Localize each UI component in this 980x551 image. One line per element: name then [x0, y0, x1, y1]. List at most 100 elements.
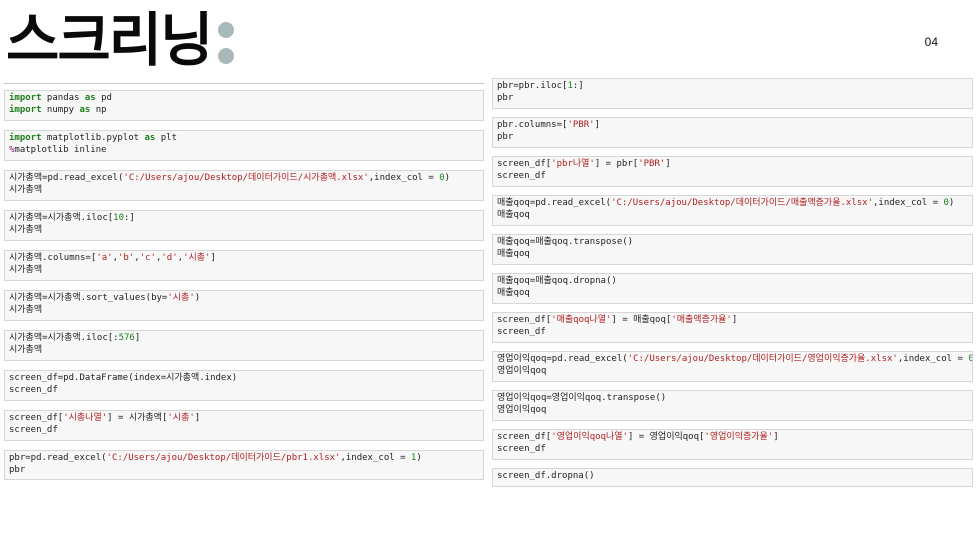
cell-output: screen_df	[497, 170, 546, 181]
code-token: ]	[210, 253, 216, 263]
code-line: pbr=pd.read_excel('C:/Users/ajou/Desktop…	[9, 453, 479, 465]
code-token: as	[144, 133, 156, 143]
code-token: screen_df.dropna()	[497, 471, 595, 481]
code-token: import	[9, 104, 42, 115]
code-line: screen_df['매출qoq나열'] = 매출qoq['매출액증가율']	[497, 315, 968, 327]
cell-output: pbr	[9, 464, 26, 475]
code-token: numpy	[41, 104, 80, 115]
code-cell[interactable]: 시가총액=pd.read_excel('C:/Users/ajou/Deskto…	[4, 170, 484, 201]
code-line: 매출qoq=pd.read_excel('C:/Users/ajou/Deskt…	[497, 198, 968, 210]
code-line: import matplotlib.pyplot as plt	[9, 133, 479, 145]
code-cell[interactable]: screen_df['시총나열'] = 시가총액['시총'] screen_df	[4, 410, 484, 441]
code-line: 영업이익qoq=pd.read_excel('C:/Users/ajou/Des…	[497, 354, 972, 366]
code-token: ]	[594, 120, 600, 130]
code-line: 영업이익qoq=영업이익qoq.transpose()	[497, 393, 968, 405]
slide-title: 스크리닝	[6, 6, 213, 74]
code-token: 영업이익qoq=영업이익qoq.transpose()	[497, 393, 667, 403]
notebook-screenshot-right: pbr=pbr.iloc[1:] pbr pbr.columns=['PBR'] pb…	[492, 78, 973, 495]
code-token: ] = 영업이익qoq[	[627, 432, 705, 442]
cell-output: 시가총액	[9, 344, 43, 355]
code-line: import numpy as np	[9, 105, 479, 117]
code-token: '매출액증가율'	[671, 315, 732, 325]
code-token: screen_df[	[497, 432, 552, 442]
code-token: 'b'	[118, 253, 135, 263]
code-line: 시가총액.columns=['a','b','c','d','시총']	[9, 253, 479, 265]
code-line: 시가총액=pd.read_excel('C:/Users/ajou/Deskto…	[9, 173, 479, 185]
cell-output: pbr	[497, 92, 514, 103]
cell-output: screen_df	[497, 443, 546, 454]
code-line: 시가총액=시가총액.sort_values(by='시총')	[9, 293, 479, 305]
code-token: )	[194, 293, 201, 303]
code-token: 'C:/Users/ajou/Desktop/데이터가이드/pbr1.xlsx'	[106, 453, 341, 463]
cell-output: 시가총액	[9, 304, 43, 315]
code-line: 매출qoq=매출qoq.transpose()	[497, 237, 968, 249]
code-token: screen_df[	[497, 315, 552, 325]
code-token: '영업이익qoq나열'	[551, 432, 628, 442]
code-token: ,index_col =	[340, 453, 411, 463]
code-cell[interactable]: screen_df.dropna()	[492, 468, 973, 487]
code-token: screen_df[	[9, 413, 64, 423]
code-token: 'C:/Users/ajou/Desktop/데이터가이드/영업이익증가율.xl…	[627, 354, 898, 364]
code-cell[interactable]: 시가총액.columns=['a','b','c','d','시총'] 시가총액	[4, 250, 484, 281]
code-token: :]	[124, 213, 135, 223]
code-token: ]	[194, 413, 201, 423]
code-token: '시총나열'	[63, 413, 108, 423]
code-token: '매출qoq나열'	[551, 315, 612, 325]
code-token: import	[9, 133, 42, 143]
code-cell[interactable]: 시가총액=시가총액.iloc[10:] 시가총액	[4, 210, 484, 241]
code-line: %matplotlib inline	[9, 145, 479, 157]
code-token: pbr.columns=[	[497, 120, 568, 130]
code-token: 'C:/Users/ajou/Desktop/데이터가이드/시가총액.xlsx'	[123, 173, 369, 183]
code-cell[interactable]: 영업이익qoq=영업이익qoq.transpose() 영업이익qoq	[492, 390, 973, 421]
code-token: 'pbr나열'	[551, 159, 595, 169]
code-cell[interactable]: 매출qoq=매출qoq.dropna() 매출qoq	[492, 273, 973, 304]
code-cell[interactable]: screen_df['pbr나열'] = pbr['PBR'] screen_df	[492, 156, 973, 187]
code-cell[interactable]: 시가총액=시가총액.sort_values(by='시총') 시가총액	[4, 290, 484, 321]
code-cell[interactable]: 매출qoq=매출qoq.transpose() 매출qoq	[492, 234, 973, 265]
code-token: 시가총액.columns=[	[9, 253, 97, 263]
code-line: screen_df['시총나열'] = 시가총액['시총']	[9, 413, 479, 425]
cell-output: 시가총액	[9, 184, 43, 195]
cell-output: 영업이익qoq	[497, 404, 547, 415]
code-token: 시가총액=시가총액.iloc[:	[9, 333, 119, 343]
code-token: plt	[155, 133, 177, 143]
code-cell[interactable]: pbr=pbr.iloc[1:] pbr	[492, 78, 973, 109]
code-token: ] = 매출qoq[	[611, 315, 672, 325]
code-cell[interactable]: screen_df=pd.DataFrame(index=시가총액.index)…	[4, 370, 484, 401]
code-token: 'PBR'	[638, 159, 666, 169]
code-cell[interactable]: import pandas as pd import numpy as np	[4, 90, 484, 121]
code-token: as	[84, 93, 96, 103]
code-token: ]	[665, 159, 671, 169]
code-cell[interactable]: screen_df['매출qoq나열'] = 매출qoq['매출액증가율'] sc…	[492, 312, 973, 343]
code-token: :]	[572, 81, 584, 91]
code-cell[interactable]: 매출qoq=pd.read_excel('C:/Users/ajou/Deskt…	[492, 195, 973, 226]
code-cell[interactable]: import matplotlib.pyplot as plt %matplotl…	[4, 130, 484, 161]
code-token: ] = pbr[	[594, 159, 639, 169]
decor-dot	[218, 48, 234, 64]
cell-output: 매출qoq	[497, 248, 530, 259]
code-token: pd	[95, 93, 112, 103]
code-cell[interactable]: pbr.columns=['PBR'] pbr	[492, 117, 973, 148]
code-token: ]	[731, 315, 738, 325]
cell-output: 매출qoq	[497, 287, 530, 298]
code-token: '시총'	[167, 293, 195, 303]
code-token: 매출qoq=매출qoq.transpose()	[497, 237, 634, 247]
code-cell[interactable]: 영업이익qoq=pd.read_excel('C:/Users/ajou/Des…	[492, 351, 973, 382]
notebook-screenshot-left: import pandas as pd import numpy as np imp…	[4, 83, 484, 489]
code-token: '시총'	[183, 253, 211, 263]
cell-output: 영업이익qoq	[497, 365, 547, 376]
code-token: )	[416, 453, 422, 463]
code-line: screen_df['영업이익qoq나열'] = 영업이익qoq['영업이익증가…	[497, 432, 968, 444]
code-line: screen_df['pbr나열'] = pbr['PBR']	[497, 159, 968, 171]
code-token: 'a'	[96, 253, 113, 263]
code-line: 시가총액=시가총액.iloc[:576]	[9, 333, 479, 345]
code-token: 매출qoq=pd.read_excel(	[497, 198, 612, 208]
code-token: pandas	[41, 93, 85, 103]
code-cell[interactable]: screen_df['영업이익qoq나열'] = 영업이익qoq['영업이익증가…	[492, 429, 973, 460]
code-token: 시가총액=시가총액.sort_values(by=	[9, 293, 168, 303]
code-cell[interactable]: pbr=pd.read_excel('C:/Users/ajou/Desktop…	[4, 450, 484, 480]
code-token: 576	[118, 333, 135, 343]
cell-output: pbr	[497, 131, 514, 142]
code-token: 0	[968, 354, 972, 364]
code-cell[interactable]: 시가총액=시가총액.iloc[:576] 시가총액	[4, 330, 484, 361]
